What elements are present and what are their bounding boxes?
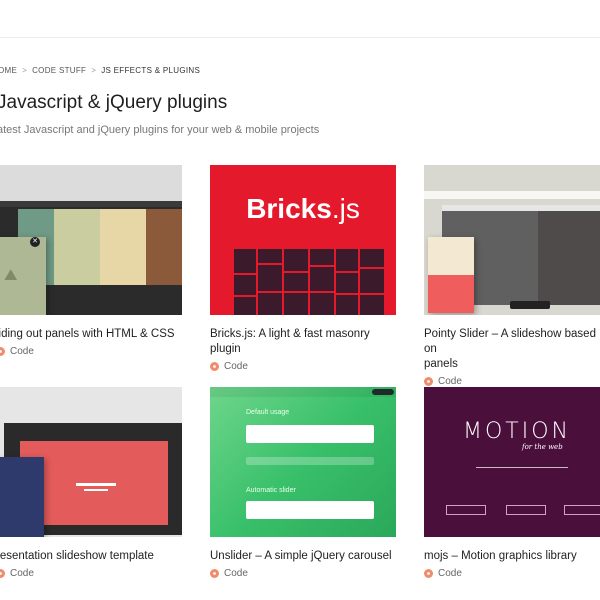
category-label: Code [224,568,248,579]
breadcrumb-separator: > [91,66,97,75]
card-category[interactable]: Code [424,376,600,387]
masonry-grid [234,249,384,315]
category-label: Code [438,568,462,579]
card-title[interactable]: Unslider – A simple jQuery carousel [210,549,396,564]
card-unslider[interactable]: Default usage Automatic slider Unslider … [210,387,396,579]
thumbnail-front-panel [0,457,44,537]
category-label: Code [438,376,462,387]
category-dot-icon [424,377,433,386]
close-icon: ✕ [30,237,40,247]
category-label: Code [10,568,34,579]
card-thumbnail[interactable]: ⛰ ✕ [0,165,182,315]
card-sliding-panels[interactable]: ⛰ ✕ liding out panels with HTML & CSS Co… [0,165,182,357]
card-bricks-js[interactable]: Bricks.js Bricks.js: A light & fast maso… [210,165,396,372]
motion-tagline: for the web [522,443,563,451]
page-title: Javascript & jQuery plugins [0,92,228,113]
category-dot-icon [210,569,219,578]
card-thumbnail[interactable]: MOTION for the web [424,387,600,537]
breadcrumb-separator: > [22,66,28,75]
breadcrumb-home-link[interactable]: OME [0,66,17,75]
card-thumbnail[interactable] [0,387,182,537]
card-pointy-slider[interactable]: Pointy Slider – A slideshow based on pane… [424,165,600,387]
card-category[interactable]: Code [210,568,396,579]
image-placeholder-icon: ⛰ [4,267,18,284]
breadcrumb-code-stuff-link[interactable]: CODE STUFF [32,66,86,75]
card-mojs[interactable]: MOTION for the web mojs – Motion graphic… [424,387,600,579]
category-dot-icon [0,569,5,578]
thumbnail-front-panel: ⛰ [0,237,46,315]
category-label: Code [224,361,248,372]
bricks-logo: Bricks.js [246,193,360,224]
card-category[interactable]: Code [210,361,396,372]
card-title[interactable]: liding out panels with HTML & CSS [0,327,182,342]
card-category[interactable]: Code [424,568,600,579]
card-title[interactable]: mojs – Motion graphics library [424,549,600,564]
card-category[interactable]: Code [0,568,182,579]
card-presentation-slideshow[interactable]: resentation slideshow template Code [0,387,182,579]
card-thumbnail[interactable]: Default usage Automatic slider [210,387,396,537]
card-title[interactable]: Pointy Slider – A slideshow based on pane… [424,327,600,372]
thumbnail-label: Default usage [246,409,290,416]
category-label: Code [10,346,34,357]
category-dot-icon [210,362,219,371]
slider-dots [510,301,550,309]
card-category[interactable]: Code [0,346,182,357]
breadcrumb: OME > CODE STUFF > JS EFFECTS & PLUGINS [0,66,200,75]
card-thumbnail[interactable]: Bricks.js [210,165,396,315]
card-title[interactable]: resentation slideshow template [0,549,182,564]
category-dot-icon [0,347,5,356]
thumbnail-label: Automatic slider [246,487,296,494]
category-dot-icon [424,569,433,578]
page-subtitle: atest Javascript and jQuery plugins for … [0,124,320,136]
thumbnail-front-panel [428,237,474,313]
motion-logo: MOTION [463,419,571,444]
card-thumbnail[interactable] [424,165,600,315]
breadcrumb-current: JS EFFECTS & PLUGINS [101,66,201,75]
site-header [0,0,600,38]
card-title[interactable]: Bricks.js: A light & fast masonry plugin [210,327,396,357]
